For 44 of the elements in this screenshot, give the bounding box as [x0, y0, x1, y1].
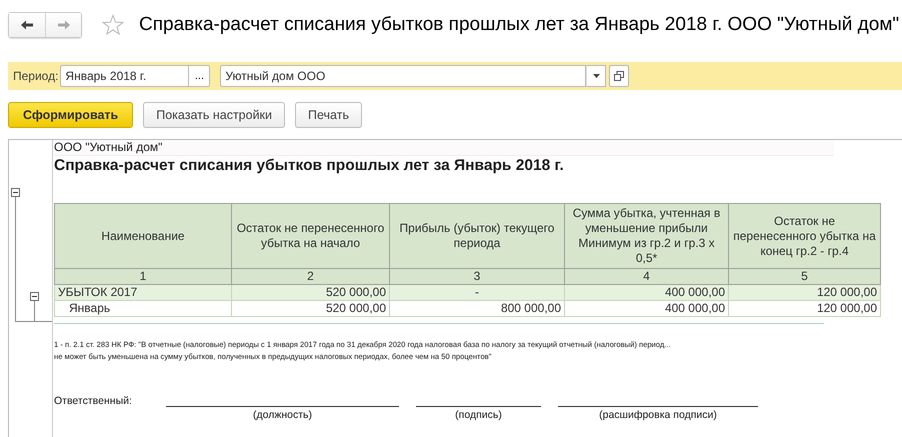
- dropdown-button[interactable]: [586, 65, 606, 87]
- organization-field[interactable]: Уютный дом ООО: [220, 65, 586, 87]
- column-number: 4: [564, 268, 728, 284]
- table-cell: УБЫТОК 2017: [54, 284, 232, 300]
- table-cell: Январь: [54, 300, 232, 316]
- window-title: Справка-расчет списания убытков прошлых лет за Январь 2018 г. ООО "Уютный дом": [139, 14, 900, 36]
- organization-name: ООО "Уютный дом": [54, 140, 834, 156]
- balance-heading: Остаток не перенесенного убытка на начало: [232, 204, 390, 268]
- end-heading: Остаток не перенесенного убытка на конец гр.2 - гр.4: [728, 204, 880, 268]
- generate-button[interactable]: Сформировать: [8, 102, 134, 128]
- signature-caption: (расшифровка подписи): [599, 409, 717, 421]
- report-title: Справка-расчет списания убытков прошлых лет за Январь 2018 г.: [54, 157, 565, 176]
- loss-heading: Сумма убытка, учтенная в уменьшение прибыли Минимум из гр.2 и гр.3 х 0,5*: [564, 204, 728, 268]
- left-arrow-icon: [20, 20, 34, 30]
- table-cell: 400 000,00: [564, 284, 728, 300]
- right-arrow-icon: [56, 20, 70, 30]
- table-cell: 120 000,00: [728, 300, 880, 316]
- period-label: Период:: [13, 69, 58, 83]
- column-number: 3: [390, 268, 564, 284]
- period-select-button[interactable]: ...: [188, 65, 210, 87]
- open-window-icon: [614, 71, 624, 81]
- table-cell: 520 000,00: [232, 284, 390, 300]
- table-cell: 520 000,00: [232, 300, 390, 316]
- table-cell: -: [390, 284, 564, 300]
- caret-icon: [592, 74, 600, 78]
- print-button[interactable]: Печать: [295, 102, 362, 128]
- column-number: 2: [232, 268, 390, 284]
- signature-caption: (подпись): [455, 409, 502, 421]
- column-number: 1: [54, 268, 232, 284]
- settings-button[interactable]: Показать настройки: [143, 102, 286, 128]
- period-field[interactable]: Январь 2018 г.: [60, 65, 188, 87]
- column-number: 5: [728, 268, 880, 284]
- open-button[interactable]: [609, 65, 630, 87]
- collapse-toggle-icon[interactable]: [30, 292, 39, 301]
- table-cell: 400 000,00: [564, 300, 728, 316]
- profit-heading: Прибыль (убыток) текущего периода: [390, 204, 564, 268]
- name-heading: Наименование: [54, 204, 232, 268]
- responsible-label: Ответственный:: [54, 395, 133, 407]
- signature-caption: (должность): [252, 409, 312, 421]
- table-cell: 800 000,00: [390, 300, 564, 316]
- back-button[interactable]: [9, 13, 45, 37]
- collapse-toggle-icon[interactable]: [11, 188, 20, 197]
- table-cell: 120 000,00: [728, 284, 880, 300]
- star-icon[interactable]: [102, 14, 124, 36]
